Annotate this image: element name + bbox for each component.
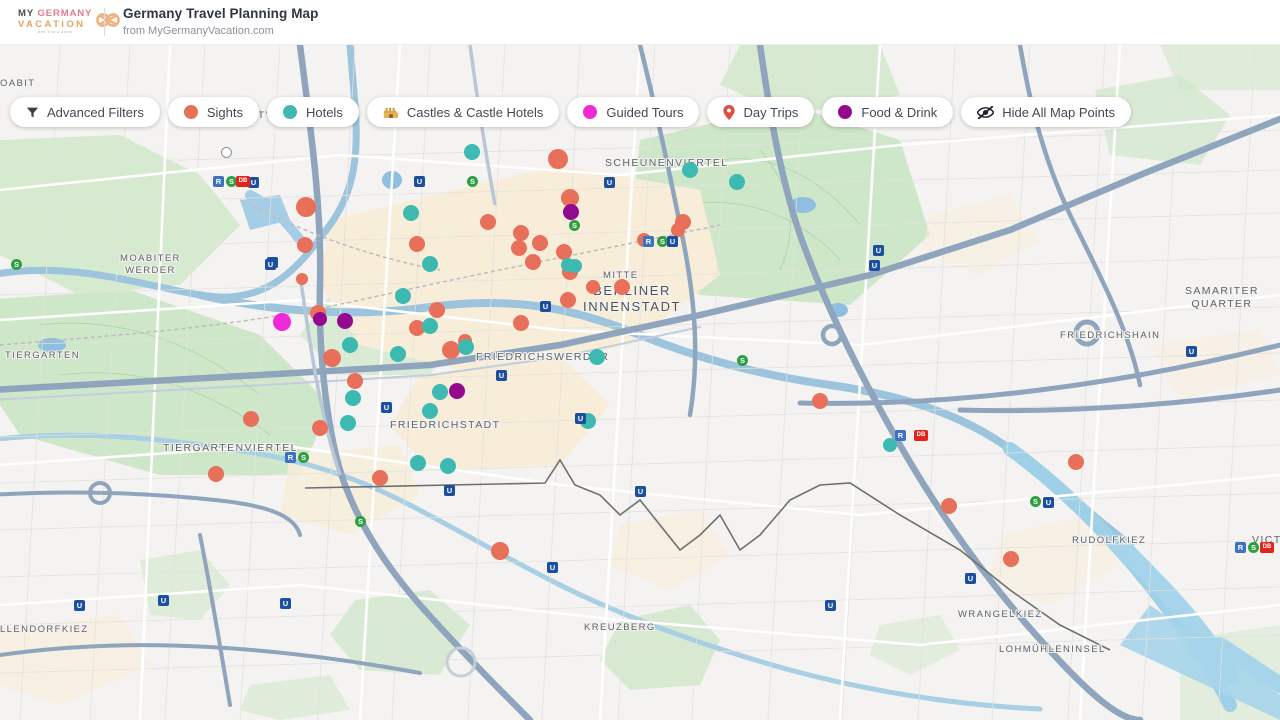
map-marker-food-drink[interactable] xyxy=(337,313,353,329)
map-base-layer xyxy=(0,45,1280,720)
filter-pill-castles[interactable]: Castles & Castle Hotels xyxy=(367,97,560,127)
map-marker-hotels[interactable] xyxy=(883,438,897,452)
food-drink-color-swatch xyxy=(838,105,852,119)
filter-pill-label: Hide All Map Points xyxy=(1002,106,1115,119)
map-marker-sights[interactable] xyxy=(614,279,630,295)
map-marker-hotels[interactable] xyxy=(440,458,456,474)
map-marker-sights[interactable] xyxy=(312,420,328,436)
map-marker-sights[interactable] xyxy=(548,149,568,169)
map-marker-sights[interactable] xyxy=(637,233,651,247)
map-marker-sights[interactable] xyxy=(347,373,363,389)
logo-germany-text: GERMANY xyxy=(37,8,92,19)
map-marker-sights[interactable] xyxy=(560,292,576,308)
map-marker-sights[interactable] xyxy=(1003,551,1019,567)
filter-pill-hide-all[interactable]: Hide All Map Points xyxy=(961,97,1131,127)
map-marker-guided-tours[interactable] xyxy=(273,313,291,331)
logo-wordmark: MY GERMANY VACATION with Tina & Aaron xyxy=(18,9,92,35)
map-marker-sights[interactable] xyxy=(513,225,529,241)
filter-pill-label: Guided Tours xyxy=(606,106,683,119)
map-marker-hotels[interactable] xyxy=(395,288,411,304)
map-marker-hotels[interactable] xyxy=(422,403,438,419)
map-marker-sights[interactable] xyxy=(442,341,460,359)
map-marker-hotels[interactable] xyxy=(458,339,474,355)
filter-pill-label: Advanced Filters xyxy=(47,106,144,119)
map-marker-sights[interactable] xyxy=(296,197,316,217)
map-marker-sights[interactable] xyxy=(941,498,957,514)
map-marker-hotels[interactable] xyxy=(342,337,358,353)
map-marker-sights[interactable] xyxy=(513,315,529,331)
brand-logo[interactable]: MY GERMANY VACATION with Tina & Aaron xyxy=(0,9,100,35)
map-marker-sights[interactable] xyxy=(511,240,527,256)
map-marker-sights[interactable] xyxy=(372,470,388,486)
funnel-icon xyxy=(26,106,39,119)
map-marker-sights[interactable] xyxy=(1068,454,1084,470)
header-titles: Germany Travel Planning Map from MyGerma… xyxy=(123,6,319,39)
map-marker-sights[interactable] xyxy=(296,273,308,285)
filter-pill-hotels[interactable]: Hotels xyxy=(267,97,359,127)
map-canvas[interactable]: OABITEUROPACITYMOABITERWERDERTIERGARTENS… xyxy=(0,45,1280,720)
page-title: Germany Travel Planning Map xyxy=(123,6,319,23)
map-marker-hotels[interactable] xyxy=(422,318,438,334)
map-marker-hotels[interactable] xyxy=(682,162,698,178)
castle-icon xyxy=(383,105,399,120)
map-marker-sights[interactable] xyxy=(525,254,541,270)
eye-slash-icon xyxy=(977,106,994,119)
map-marker-sights[interactable] xyxy=(812,393,828,409)
map-marker-sights[interactable] xyxy=(532,235,548,251)
map-pin-icon xyxy=(723,105,735,120)
map-marker-hotels[interactable] xyxy=(464,144,480,160)
map-marker-hotels[interactable] xyxy=(589,349,605,365)
map-marker-sights[interactable] xyxy=(208,466,224,482)
filter-pill-label: Day Trips xyxy=(743,106,798,119)
app-header: MY GERMANY VACATION with Tina & Aaron Ge… xyxy=(0,0,1280,45)
map-marker-sights[interactable] xyxy=(429,302,445,318)
header-divider xyxy=(104,8,105,36)
map-marker-hotels[interactable] xyxy=(410,455,426,471)
map-marker-hotels[interactable] xyxy=(340,415,356,431)
filter-pill-label: Sights xyxy=(207,106,243,119)
map-marker-sights[interactable] xyxy=(586,280,600,294)
guided-tours-color-swatch xyxy=(583,105,597,119)
logo-tagline: with Tina & Aaron xyxy=(18,31,92,35)
filter-pill-label: Castles & Castle Hotels xyxy=(407,106,544,119)
map-marker-hotels[interactable] xyxy=(729,174,745,190)
map-marker-sights[interactable] xyxy=(491,542,509,560)
map-marker-sights[interactable] xyxy=(671,223,685,237)
map-marker-sights[interactable] xyxy=(480,214,496,230)
logo-my-text: MY xyxy=(18,8,34,19)
map-marker-hotels[interactable] xyxy=(403,205,419,221)
filter-pill-label: Food & Drink xyxy=(861,106,937,119)
map-marker-hotels[interactable] xyxy=(390,346,406,362)
map-marker-sights[interactable] xyxy=(409,236,425,252)
map-marker-sights[interactable] xyxy=(243,411,259,427)
map-marker-sights[interactable] xyxy=(297,237,313,253)
map-marker-hotels[interactable] xyxy=(568,259,582,273)
map-marker-food-drink[interactable] xyxy=(563,204,579,220)
filter-pill-sights[interactable]: Sights xyxy=(168,97,259,127)
map-marker-sights[interactable] xyxy=(323,349,341,367)
pretzel-icon xyxy=(95,10,121,35)
map-marker-hotels[interactable] xyxy=(432,384,448,400)
filter-pill-advanced-filters[interactable]: Advanced Filters xyxy=(10,97,160,127)
page-subtitle: from MyGermanyVacation.com xyxy=(123,25,319,39)
map-marker-food-drink[interactable] xyxy=(313,312,327,326)
filter-bar[interactable]: Advanced Filters Sights Hotels Castles & Ca… xyxy=(10,97,1131,127)
filter-pill-food-drink[interactable]: Food & Drink xyxy=(822,97,953,127)
map-marker-food-drink[interactable] xyxy=(449,383,465,399)
filter-pill-label: Hotels xyxy=(306,106,343,119)
filter-pill-day-trips[interactable]: Day Trips xyxy=(707,97,814,127)
filter-pill-guided-tours[interactable]: Guided Tours xyxy=(567,97,699,127)
map-marker-hotels[interactable] xyxy=(580,413,596,429)
sights-color-swatch xyxy=(184,105,198,119)
logo-vacation-text: VACATION xyxy=(18,20,92,30)
hotels-color-swatch xyxy=(283,105,297,119)
map-marker-hotels[interactable] xyxy=(345,390,361,406)
map-marker-hotels[interactable] xyxy=(422,256,438,272)
